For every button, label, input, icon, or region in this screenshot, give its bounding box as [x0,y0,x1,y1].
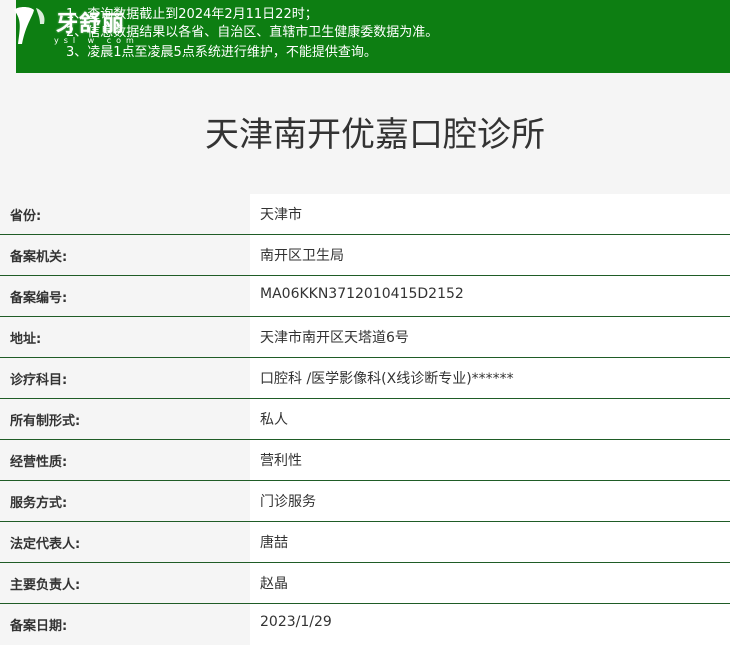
label-cell: 主要负责人: [0,563,250,603]
logo-subtext: ysl w com [54,36,139,45]
authority-label: 备案机关: [10,250,68,265]
address-value: 天津市南开区天塔道6号 [260,330,409,346]
address-label: 地址: [10,332,42,347]
label-cell: 经营性质: [0,440,250,480]
page-title: 天津南开优嘉口腔诊所 [205,115,545,155]
value-cell: 私人 [250,399,730,439]
value-cell: 门诊服务 [250,481,730,521]
label-cell: 省份: [0,194,250,234]
table-row-authority: 备案机关: 南开区卫生局 [0,235,730,276]
label-cell: 备案编号: [0,276,250,316]
business-nature-value: 营利性 [260,453,302,469]
service-mode-value: 门诊服务 [260,494,316,510]
registration-number-label: 备案编号: [10,291,68,306]
ownership-label: 所有制形式: [10,414,81,429]
registration-date-value: 2023/1/29 [260,614,332,630]
legal-representative-value: 唐喆 [260,535,288,551]
ownership-value: 私人 [260,412,288,428]
site-logo[interactable]: 牙舒丽 ysl w com [8,4,138,48]
registration-date-label: 备案日期: [10,619,68,634]
logo-text: 牙舒丽 [56,11,126,37]
value-cell: 南开区卫生局 [250,235,730,275]
value-cell: 赵晶 [250,563,730,603]
table-row-registration-number: 备案编号: MA06KKN3712010415D2152 [0,276,730,317]
value-cell: 天津市南开区天塔道6号 [250,317,730,357]
info-table: 省份: 天津市 备案机关: 南开区卫生局 备案编号: MA06KKN371201… [0,194,730,645]
principal-label: 主要负责人: [10,578,81,593]
value-cell: 口腔科 /医学影像科(X线诊断专业)****** [250,358,730,398]
table-row-ownership: 所有制形式: 私人 [0,399,730,440]
service-mode-label: 服务方式: [10,496,68,511]
business-nature-label: 经营性质: [10,455,68,470]
label-cell: 法定代表人: [0,522,250,562]
table-row-service-mode: 服务方式: 门诊服务 [0,481,730,522]
registration-number-value: MA06KKN3712010415D2152 [260,286,464,302]
tooth-logo-icon [14,7,45,44]
departments-label: 诊疗科目: [10,373,68,388]
table-row-business-nature: 经营性质: 营利性 [0,440,730,481]
label-cell: 备案机关: [0,235,250,275]
province-label: 省份: [10,209,42,224]
value-cell: MA06KKN3712010415D2152 [250,276,730,316]
departments-value: 口腔科 /医学影像科(X线诊断专业)****** [260,371,514,387]
province-value: 天津市 [260,207,302,223]
label-cell: 诊疗科目: [0,358,250,398]
label-cell: 地址: [0,317,250,357]
table-row-principal: 主要负责人: 赵晶 [0,563,730,604]
table-row-address: 地址: 天津市南开区天塔道6号 [0,317,730,358]
authority-value: 南开区卫生局 [260,248,344,264]
label-cell: 所有制形式: [0,399,250,439]
label-cell: 服务方式: [0,481,250,521]
table-row-departments: 诊疗科目: 口腔科 /医学影像科(X线诊断专业)****** [0,358,730,399]
table-row-province: 省份: 天津市 [0,194,730,235]
legal-representative-label: 法定代表人: [10,537,81,552]
value-cell: 天津市 [250,194,730,234]
table-row-legal-representative: 法定代表人: 唐喆 [0,522,730,563]
value-cell: 营利性 [250,440,730,480]
principal-value: 赵晶 [260,576,288,592]
value-cell: 唐喆 [250,522,730,562]
